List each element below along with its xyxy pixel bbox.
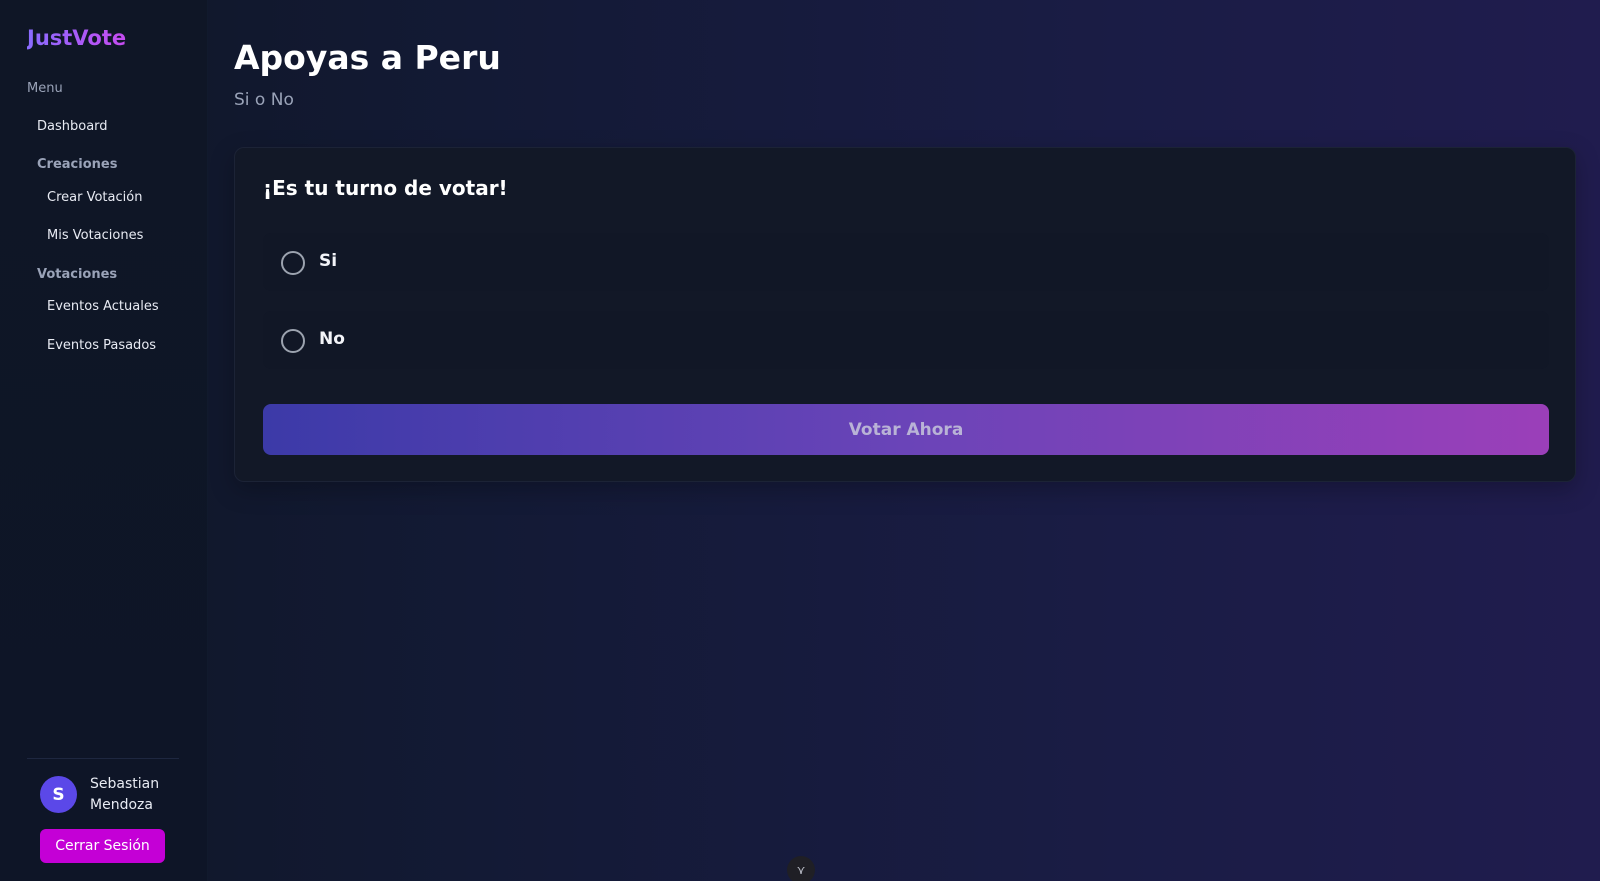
avatar: S — [40, 776, 77, 813]
app-root: JustVote Menu Dashboard Creaciones Crear… — [0, 0, 1600, 881]
sidebar-item-eventos-actuales[interactable]: Eventos Actuales — [47, 299, 159, 314]
radio-button-si[interactable] — [281, 251, 305, 275]
sidebar-item-mis-votaciones[interactable]: Mis Votaciones — [47, 228, 143, 243]
page-title: Apoyas a Peru — [234, 38, 501, 77]
menu-heading: Menu — [27, 81, 63, 96]
page-subtitle: Si o No — [234, 90, 294, 110]
radio-button-no[interactable] — [281, 329, 305, 353]
sidebar-group-votaciones: Votaciones — [37, 267, 118, 282]
user-name: Sebastian Mendoza — [90, 776, 160, 813]
vote-option-si[interactable]: Si — [263, 233, 1549, 291]
brand-logo[interactable]: JustVote — [27, 26, 126, 50]
logout-button[interactable]: Cerrar Sesión — [40, 829, 165, 863]
vote-option-no[interactable]: No — [263, 311, 1549, 369]
sidebar-item-crear-votacion[interactable]: Crear Votación — [47, 190, 142, 205]
sidebar: JustVote Menu Dashboard Creaciones Crear… — [0, 0, 208, 881]
submit-vote-button[interactable]: Votar Ahora — [263, 404, 1549, 455]
sidebar-divider — [27, 758, 179, 759]
sidebar-item-eventos-pasados[interactable]: Eventos Pasados — [47, 338, 156, 353]
vote-option-label: No — [319, 329, 345, 349]
vote-card: ¡Es tu turno de votar! Si No Votar Ahora — [234, 147, 1576, 482]
sidebar-group-creaciones: Creaciones — [37, 157, 118, 172]
vote-card-heading: ¡Es tu turno de votar! — [263, 176, 508, 200]
chevron-down-icon[interactable]: ⋎ — [787, 856, 815, 881]
sidebar-item-dashboard[interactable]: Dashboard — [37, 119, 108, 134]
vote-option-label: Si — [319, 251, 338, 271]
